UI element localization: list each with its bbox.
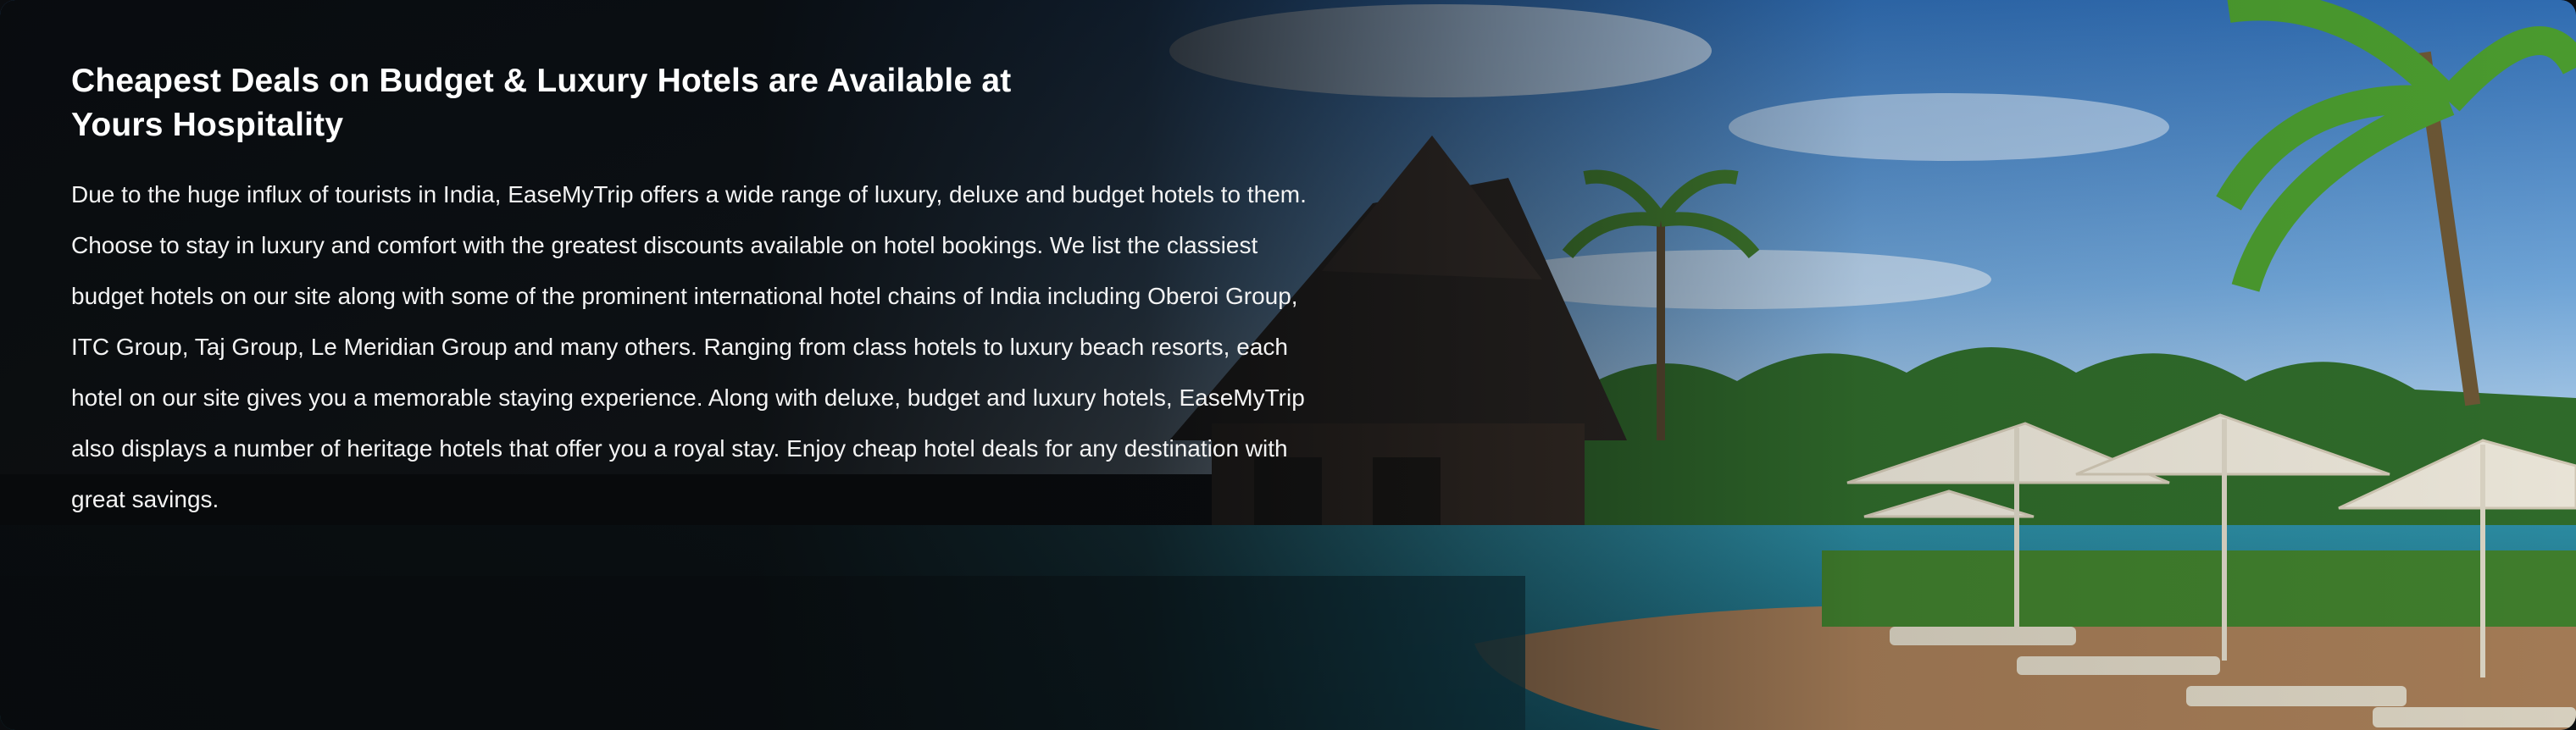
hotel-deals-banner: Cheapest Deals on Budget & Luxury Hotels… [0, 0, 2576, 730]
banner-description: Due to the huge influx of tourists in In… [71, 181, 1307, 512]
banner-title: Cheapest Deals on Budget & Luxury Hotels… [71, 63, 1012, 143]
banner-content: Cheapest Deals on Budget & Luxury Hotels… [71, 59, 1308, 525]
